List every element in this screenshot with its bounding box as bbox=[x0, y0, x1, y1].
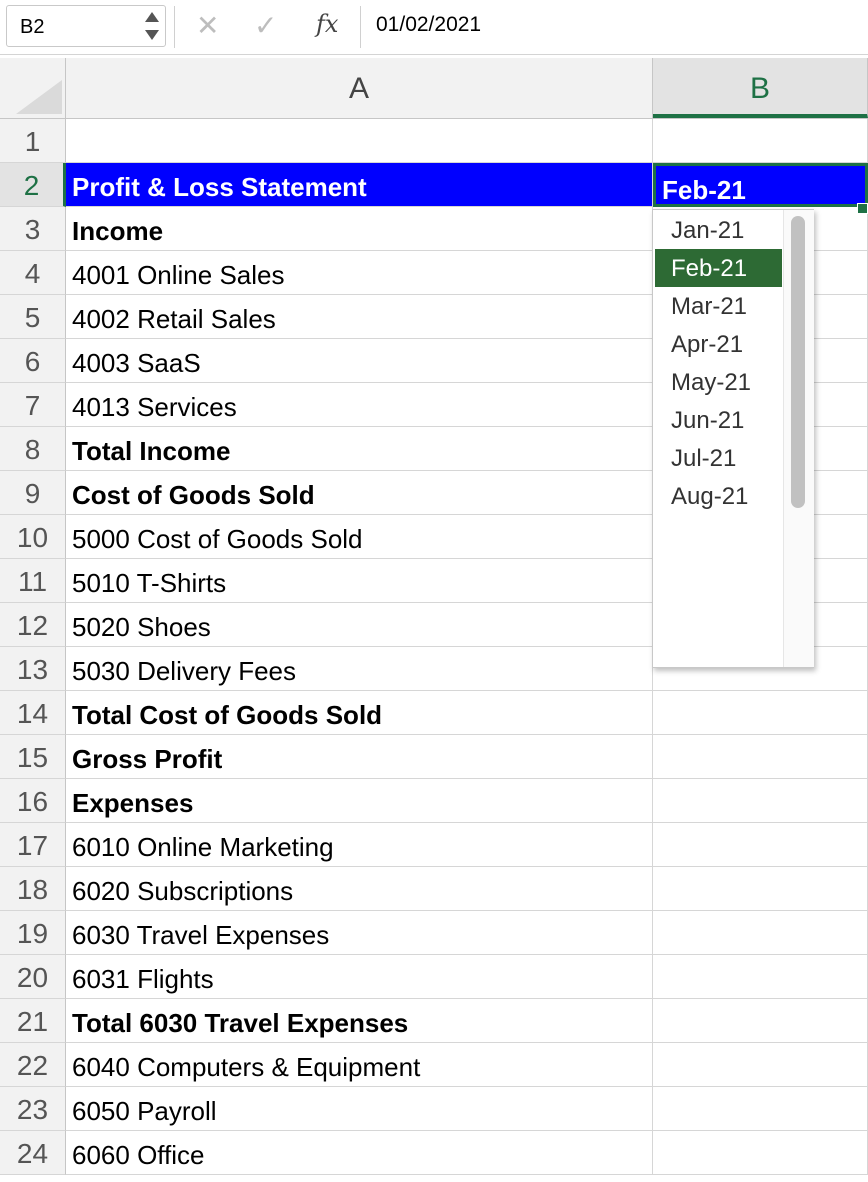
cell-a[interactable]: 6010 Online Marketing bbox=[66, 823, 653, 867]
row-header[interactable]: 7 bbox=[0, 383, 66, 427]
dropdown-scrollbar[interactable] bbox=[783, 210, 814, 667]
cell-a[interactable]: 5030 Delivery Fees bbox=[66, 647, 653, 691]
check-icon[interactable]: ✓ bbox=[254, 8, 277, 44]
cell-b[interactable] bbox=[653, 691, 868, 735]
cell-a[interactable]: 6060 Office bbox=[66, 1131, 653, 1175]
cell-b[interactable] bbox=[653, 1131, 868, 1175]
cell-a[interactable]: 5000 Cost of Goods Sold bbox=[66, 515, 653, 559]
row-header[interactable]: 18 bbox=[0, 867, 66, 911]
cell-b[interactable] bbox=[653, 779, 868, 823]
cell-a[interactable]: Gross Profit bbox=[66, 735, 653, 779]
row-header[interactable]: 19 bbox=[0, 911, 66, 955]
row-header[interactable]: 13 bbox=[0, 647, 66, 691]
cell-b[interactable] bbox=[653, 1087, 868, 1131]
dropdown-option[interactable]: Aug-21 bbox=[655, 477, 782, 515]
row-header[interactable]: 12 bbox=[0, 603, 66, 647]
selected-cell-b2[interactable]: Feb-21 bbox=[653, 163, 868, 207]
cell-a[interactable] bbox=[66, 119, 653, 163]
fill-handle[interactable] bbox=[857, 203, 868, 214]
cell-b[interactable] bbox=[653, 823, 868, 867]
dropdown-option[interactable]: Jan-21 bbox=[655, 211, 782, 249]
function-icon[interactable]: fx bbox=[316, 10, 338, 38]
validation-dropdown-list[interactable]: Jan-21 Feb-21 Mar-21 Apr-21 May-21 Jun-21 Jul-… bbox=[652, 209, 814, 668]
cell-b[interactable] bbox=[653, 1043, 868, 1087]
cell-a[interactable]: 4003 SaaS bbox=[66, 339, 653, 383]
cancel-icon[interactable]: ✕ bbox=[196, 8, 219, 44]
formula-bar-divider bbox=[360, 6, 361, 48]
name-box[interactable]: B2 bbox=[6, 5, 166, 47]
row-header[interactable]: 3 bbox=[0, 207, 66, 251]
cell-a[interactable]: Expenses bbox=[66, 779, 653, 823]
cell-a[interactable]: 4013 Services bbox=[66, 383, 653, 427]
cell-a[interactable]: 6030 Travel Expenses bbox=[66, 911, 653, 955]
formula-bar-divider bbox=[174, 6, 175, 48]
dropdown-option[interactable]: Feb-21 bbox=[655, 249, 782, 287]
formula-bar: B2 ✕ ✓ fx 01/02/2021 bbox=[0, 0, 868, 55]
title-cell[interactable]: Profit & Loss Statement bbox=[66, 163, 653, 207]
row-header[interactable]: 5 bbox=[0, 295, 66, 339]
row-header[interactable]: 9 bbox=[0, 471, 66, 515]
row-header[interactable]: 21 bbox=[0, 999, 66, 1043]
cell-a[interactable]: 5020 Shoes bbox=[66, 603, 653, 647]
cell-a[interactable]: 6031 Flights bbox=[66, 955, 653, 999]
row-header[interactable]: 10 bbox=[0, 515, 66, 559]
cell-a[interactable]: Cost of Goods Sold bbox=[66, 471, 653, 515]
select-all-triangle-icon bbox=[16, 80, 62, 114]
row-header[interactable]: 4 bbox=[0, 251, 66, 295]
row-header[interactable]: 22 bbox=[0, 1043, 66, 1087]
column-header-a[interactable]: A bbox=[66, 58, 653, 118]
cell-b[interactable] bbox=[653, 955, 868, 999]
dropdown-option[interactable]: Jun-21 bbox=[655, 401, 782, 439]
cell-b[interactable] bbox=[653, 735, 868, 779]
dropdown-option[interactable]: May-21 bbox=[655, 363, 782, 401]
cell-a[interactable]: 4002 Retail Sales bbox=[66, 295, 653, 339]
dropdown-option[interactable]: Apr-21 bbox=[655, 325, 782, 363]
cell-a[interactable]: 6050 Payroll bbox=[66, 1087, 653, 1131]
row-header[interactable]: 20 bbox=[0, 955, 66, 999]
name-box-stepper-icon[interactable] bbox=[145, 10, 159, 42]
cell-a[interactable]: Total Cost of Goods Sold bbox=[66, 691, 653, 735]
cell-b[interactable] bbox=[653, 999, 868, 1043]
row-header[interactable]: 24 bbox=[0, 1131, 66, 1175]
cell-a[interactable]: 6040 Computers & Equipment bbox=[66, 1043, 653, 1087]
row-header[interactable]: 8 bbox=[0, 427, 66, 471]
cell-a[interactable]: Income bbox=[66, 207, 653, 251]
name-box-value: B2 bbox=[20, 16, 45, 38]
row-header[interactable]: 16 bbox=[0, 779, 66, 823]
row-header[interactable]: 2 bbox=[0, 163, 66, 207]
cell-a[interactable]: 5010 T-Shirts bbox=[66, 559, 653, 603]
row-header[interactable]: 14 bbox=[0, 691, 66, 735]
row-header[interactable]: 6 bbox=[0, 339, 66, 383]
row-header[interactable]: 17 bbox=[0, 823, 66, 867]
row-header[interactable]: 23 bbox=[0, 1087, 66, 1131]
cell-a[interactable]: Total 6030 Travel Expenses bbox=[66, 999, 653, 1043]
row-header[interactable]: 1 bbox=[0, 119, 66, 163]
row-header[interactable]: 15 bbox=[0, 735, 66, 779]
dropdown-option[interactable]: Jul-21 bbox=[655, 439, 782, 477]
cell-a[interactable]: Total Income bbox=[66, 427, 653, 471]
cell-a[interactable]: 6020 Subscriptions bbox=[66, 867, 653, 911]
cell-b[interactable] bbox=[653, 119, 868, 163]
dropdown-option[interactable]: Mar-21 bbox=[655, 287, 782, 325]
row-header[interactable]: 11 bbox=[0, 559, 66, 603]
column-header-b[interactable]: B bbox=[653, 58, 868, 118]
cell-b[interactable] bbox=[653, 911, 868, 955]
cell-b[interactable] bbox=[653, 867, 868, 911]
dropdown-scrollbar-thumb[interactable] bbox=[791, 216, 805, 508]
cell-a[interactable]: 4001 Online Sales bbox=[66, 251, 653, 295]
formula-input[interactable]: 01/02/2021 bbox=[376, 13, 481, 37]
